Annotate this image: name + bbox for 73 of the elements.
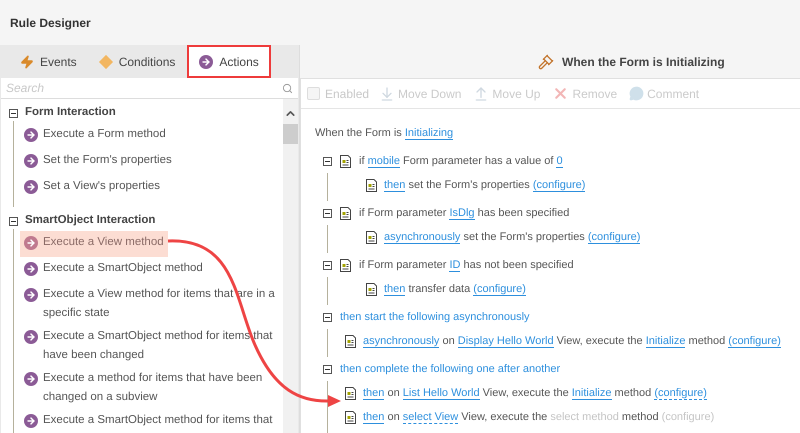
group-title: Form Interaction [25, 105, 116, 120]
rule-link[interactable]: mobile [368, 154, 400, 168]
rule-link[interactable]: Initialize [646, 334, 686, 348]
document-icon [340, 154, 351, 168]
action-item[interactable]: Execute a SmartObject method for items that have been changed [20, 325, 281, 367]
rule-title: When the Form is Initializing [562, 54, 725, 70]
scrollbar[interactable] [283, 99, 298, 433]
enabled-checkbox[interactable] [307, 87, 320, 100]
rule-link[interactable]: (configure) [728, 334, 781, 348]
action-line: then transfer data (configure) [384, 282, 526, 298]
collapse-toggle[interactable] [9, 216, 18, 226]
collapse-toggle[interactable] [323, 364, 332, 374]
collapse-toggle[interactable] [323, 312, 332, 322]
rule-link[interactable]: asynchronously [363, 334, 440, 348]
group-title: SmartObject Interaction [25, 213, 156, 228]
group-heading: then complete the following one after another [340, 362, 560, 377]
document-icon [340, 206, 351, 220]
rule-link[interactable]: (configure) [654, 386, 707, 400]
rule-link[interactable]: then [363, 410, 384, 424]
document-icon [345, 334, 356, 348]
action-item[interactable]: Execute a SmartObject method for items that [20, 409, 276, 433]
document-icon [366, 230, 377, 244]
rule-link[interactable]: IsDlg [449, 206, 475, 220]
collapse-toggle[interactable] [323, 260, 332, 270]
action-item[interactable]: Set a View's properties [20, 175, 164, 201]
action-item[interactable]: Execute a method for items that have been changed on a subview [20, 367, 281, 409]
search-icon [282, 82, 293, 94]
rule-link[interactable]: then [384, 178, 406, 192]
action-item[interactable]: Execute a Form method [20, 123, 170, 149]
scrollbar-thumb[interactable] [283, 124, 298, 144]
action-line: then on select View View, execute the select method method (configure) [363, 410, 714, 426]
rule-link[interactable]: 0 [556, 154, 563, 168]
document-icon [340, 258, 351, 272]
rule-link[interactable]: (configure) [588, 230, 640, 244]
action-line: asynchronously on Display Hello World View, execute the Initialize method (configure) [363, 334, 781, 350]
panel-tab[interactable]: Events [10, 45, 87, 78]
rule-link[interactable]: select method [550, 410, 619, 423]
condition-line: if Form parameter IsDlg has been specified [359, 206, 570, 222]
rule-link[interactable]: Initialize [572, 386, 612, 400]
action-line: then on List Hello World View, execute the Initialize method (configure) [363, 386, 707, 402]
lightning-icon [20, 54, 34, 68]
action-line: then set the Form's properties (configure) [384, 178, 586, 194]
rule-link[interactable]: then [384, 282, 406, 296]
speech-bubble-icon [629, 86, 644, 101]
panel-tab[interactable]: Actions [187, 45, 271, 78]
condition-line: if Form parameter ID has not been specified [359, 258, 574, 274]
document-icon [345, 386, 356, 400]
gavel-icon [538, 54, 554, 70]
document-icon [366, 178, 377, 192]
rule-link[interactable]: (configure) [473, 282, 526, 296]
panel-tab[interactable]: Conditions [88, 45, 186, 78]
collapse-toggle[interactable] [323, 208, 332, 218]
rule-link[interactable]: ID [449, 258, 460, 272]
document-icon [366, 282, 377, 296]
group-heading: then start the following asynchronously [340, 310, 530, 325]
action-item[interactable]: Set the Form's properties [20, 149, 176, 175]
document-icon [345, 410, 356, 424]
rule-link[interactable]: Display Hello World [458, 334, 554, 348]
action-line: asynchronously set the Form's properties (configure) [384, 230, 640, 246]
condition-line: if mobile Form parameter has a value of 0 [359, 154, 563, 170]
rule-event: When the Form is Initializing [315, 126, 454, 142]
action-item[interactable]: Execute a View method [20, 231, 168, 257]
collapse-toggle[interactable] [9, 108, 18, 118]
rule-link[interactable]: then [363, 386, 384, 400]
rule-link[interactable]: List Hello World [402, 386, 480, 400]
collapse-toggle[interactable] [323, 156, 332, 166]
action-item[interactable]: Execute a SmartObject method [20, 257, 207, 283]
rule-link[interactable]: (configure) [532, 178, 586, 192]
rule-link[interactable]: asynchronously [384, 230, 460, 244]
window-title: Rule Designer [10, 14, 91, 32]
rule-link[interactable]: Initializing [404, 126, 454, 140]
rule-link[interactable]: select View [402, 410, 458, 424]
rule-link[interactable]: (configure) [662, 410, 714, 423]
